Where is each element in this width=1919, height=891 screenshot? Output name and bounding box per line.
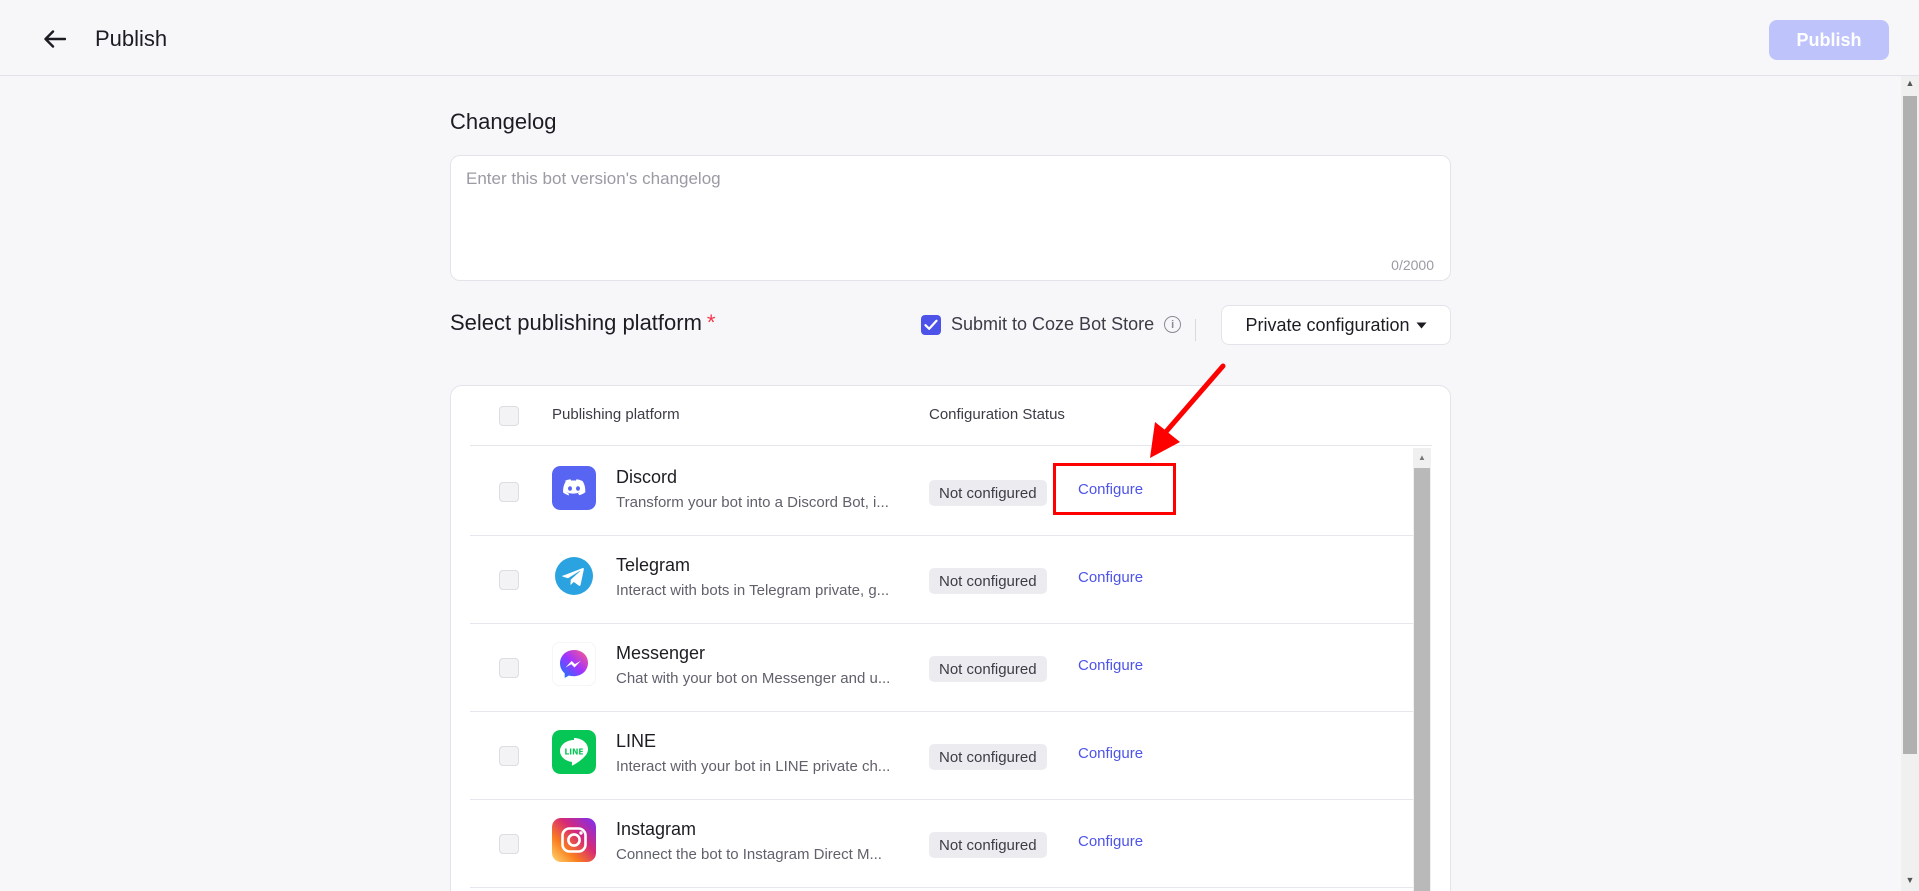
row-checkbox[interactable]: [499, 658, 519, 678]
changelog-input[interactable]: [451, 156, 1450, 280]
discord-icon: [552, 466, 596, 510]
platform-description: Connect the bot to Instagram Direct M...: [616, 846, 882, 863]
table-row: Discord Transform your bot into a Discor…: [470, 448, 1415, 536]
platform-description: Transform your bot into a Discord Bot, i…: [616, 494, 889, 511]
table-row: LINE LINE Interact with your bot in LINE…: [470, 712, 1415, 800]
page-scrollbar[interactable]: ▲ ▼: [1901, 76, 1919, 891]
arrow-left-icon: [44, 30, 66, 48]
row-checkbox[interactable]: [499, 834, 519, 854]
publish-button[interactable]: Publish: [1769, 20, 1889, 60]
platform-name: Messenger: [616, 643, 706, 663]
row-checkbox[interactable]: [499, 746, 519, 766]
scroll-up-icon[interactable]: ▲: [1413, 448, 1431, 466]
column-header-status: Configuration Status: [929, 406, 1065, 423]
top-bar: Publish Publish: [0, 0, 1919, 76]
status-badge: Not configured: [929, 656, 1047, 682]
char-counter: 0/2000: [1391, 257, 1434, 273]
page-title: Publish: [95, 26, 168, 51]
checkmark-icon: [924, 319, 938, 330]
select-all-checkbox[interactable]: [499, 406, 519, 426]
divider: [1195, 319, 1196, 341]
platform-name: LINE: [616, 731, 657, 751]
configure-link-messenger[interactable]: Configure: [1078, 657, 1143, 674]
changelog-box: 0/2000: [450, 155, 1451, 281]
annotation-arrow-icon: [1150, 363, 1226, 458]
table-row: Messenger Chat with your bot on Messenge…: [470, 624, 1415, 712]
platform-description: Interact with your bot in LINE private c…: [616, 758, 891, 775]
platform-name: Instagram: [616, 819, 697, 839]
platform-description: Interact with bots in Telegram private, …: [616, 582, 890, 599]
platform-description: Chat with your bot on Messenger and u...: [616, 670, 891, 687]
row-checkbox[interactable]: [499, 570, 519, 590]
scrollbar-thumb[interactable]: [1903, 96, 1917, 754]
configure-link-line[interactable]: Configure: [1078, 745, 1143, 762]
line-icon: LINE: [552, 730, 596, 774]
column-header-platform: Publishing platform: [552, 406, 680, 423]
messenger-icon: [552, 642, 596, 686]
status-badge: Not configured: [929, 568, 1047, 594]
store-submit-option[interactable]: Submit to Coze Bot Store i: [921, 314, 1182, 335]
changelog-title: Changelog: [450, 109, 557, 134]
info-icon[interactable]: i: [1164, 316, 1182, 333]
table-scrollbar[interactable]: ▲: [1413, 448, 1431, 891]
store-checkbox-label: Submit to Coze Bot Store: [951, 314, 1155, 334]
table-row: Instagram Connect the bot to Instagram D…: [470, 800, 1415, 888]
private-configuration-dropdown[interactable]: Private configuration: [1221, 305, 1451, 345]
scroll-up-icon[interactable]: ▲: [1901, 78, 1919, 92]
configure-link-telegram[interactable]: Configure: [1078, 569, 1143, 586]
status-badge: Not configured: [929, 744, 1047, 770]
svg-text:LINE: LINE: [565, 748, 584, 757]
platform-name: Discord: [616, 467, 678, 487]
required-mark: *: [706, 310, 716, 335]
store-checkbox[interactable]: [921, 314, 941, 335]
scrollbar-thumb[interactable]: [1414, 468, 1430, 891]
platform-section-title: Select publishing platform *: [450, 310, 715, 336]
caret-down-icon: [1416, 322, 1427, 328]
configure-link-instagram[interactable]: Configure: [1078, 833, 1143, 850]
status-badge: Not configured: [929, 480, 1047, 506]
platform-table: Publishing platform Configuration Status…: [450, 385, 1451, 891]
back-button[interactable]: [40, 24, 70, 54]
telegram-icon: [552, 554, 596, 598]
platform-title-text: Select publishing platform: [450, 310, 702, 335]
table-header: Publishing platform Configuration Status: [470, 386, 1432, 446]
private-configuration-label: Private configuration: [1245, 314, 1410, 335]
instagram-icon: [552, 818, 596, 862]
scroll-down-icon[interactable]: ▼: [1901, 875, 1919, 889]
annotation-highlight-box: [1053, 463, 1176, 515]
table-row: Telegram Interact with bots in Telegram …: [470, 536, 1415, 624]
row-checkbox[interactable]: [499, 482, 519, 502]
status-badge: Not configured: [929, 832, 1047, 858]
platform-name: Telegram: [616, 555, 691, 575]
